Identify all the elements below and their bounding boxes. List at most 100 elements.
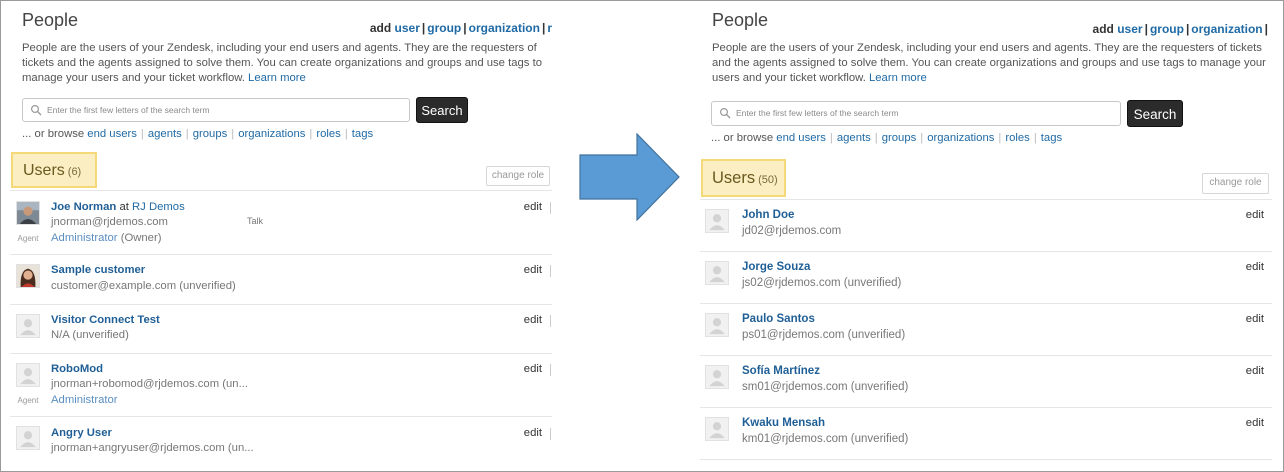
browse-roles-link[interactable]: roles [316, 128, 341, 140]
browse-organizations-link[interactable]: organizations [238, 128, 305, 140]
edit-link[interactable]: edit [1246, 261, 1264, 273]
user-email: km01@rjdemos.com (unverified) [742, 433, 909, 445]
browse-links: ... or browse end users | agents | groups | or… [22, 128, 374, 140]
browse-groups-link[interactable]: groups [882, 132, 917, 144]
browse-groups-link[interactable]: groups [193, 128, 228, 140]
agent-tag: Agent [17, 234, 39, 243]
user-name-link[interactable]: Angry User [51, 427, 112, 439]
user-row: Agent Joe Norman at RJ Demos jnorman@rjd… [10, 190, 552, 254]
browse-end-users-link[interactable]: end users [776, 132, 826, 144]
edit-link[interactable]: edit [524, 201, 552, 214]
user-email: js02@rjdemos.com (unverified) [742, 277, 902, 289]
user-row: Agent RoboMod jnorman+robomod@rjdemos.co… [10, 353, 552, 416]
users-heading-label: Users [23, 162, 65, 179]
user-email: jd02@rjdemos.com [742, 225, 842, 237]
browse-agents-link[interactable]: agents [837, 132, 871, 144]
user-row: Sofía Martínez sm01@rjdemos.com (unverif… [700, 355, 1272, 407]
user-name-link[interactable]: Kwaku Mensah [742, 417, 825, 429]
users-heading: Users (6) [23, 162, 81, 180]
user-row: Angry User jnorman+angryuser@rjdemos.com… [10, 416, 552, 470]
browse-tags-link[interactable]: tags [1041, 132, 1062, 144]
browse-links: ... or browse end users | agents | groups | or… [711, 132, 1063, 144]
browse-label: ... or browse [22, 128, 85, 140]
user-email: N/A (unverified) [51, 329, 129, 341]
default-avatar-icon [705, 365, 729, 389]
default-avatar-icon [16, 363, 40, 387]
description-text: People are the users of your Zendesk, in… [712, 42, 1266, 84]
user-name-link[interactable]: RoboMod [51, 363, 103, 375]
add-label: add [369, 21, 392, 35]
owner-note: (Owner) [120, 232, 162, 244]
browse-agents-link[interactable]: agents [148, 128, 182, 140]
user-row: Paulo Santos ps01@rjdemos.com (unverifie… [700, 303, 1272, 355]
change-role-button[interactable]: change role [1202, 173, 1269, 194]
add-more-link[interactable]: r [547, 21, 552, 35]
browse-organizations-link[interactable]: organizations [927, 132, 994, 144]
user-name-link[interactable]: Paulo Santos [742, 313, 815, 325]
user-name-line: Joe Norman at RJ Demos [51, 201, 185, 213]
default-avatar-icon [705, 313, 729, 337]
search-field[interactable] [22, 98, 410, 122]
user-email: ps01@rjdemos.com (unverified) [742, 329, 906, 341]
add-label: add [1092, 22, 1114, 36]
divider [700, 459, 1272, 460]
user-row: Kwaku Mensah km01@rjdemos.com (unverifie… [700, 407, 1272, 459]
add-user-link[interactable]: user [1117, 22, 1142, 36]
learn-more-link[interactable]: Learn more [248, 72, 306, 84]
change-role-button[interactable]: change role [486, 166, 550, 186]
add-organization-link[interactable]: organization [469, 21, 540, 35]
users-heading-highlight: Users (6) [11, 152, 97, 188]
photo-woman-icon [16, 264, 40, 288]
user-name-link[interactable]: John Doe [742, 209, 794, 221]
user-name-link[interactable]: Sample customer [51, 264, 145, 276]
user-role-link[interactable]: Administrator [51, 232, 118, 244]
edit-link[interactable]: edit [524, 314, 552, 327]
user-name-link[interactable]: Sofía Martínez [742, 365, 820, 377]
edit-link[interactable]: edit [1246, 313, 1264, 325]
default-avatar-icon [705, 261, 729, 285]
search-input[interactable] [47, 102, 397, 118]
browse-label: ... or browse [711, 132, 774, 144]
add-links: add user | group | organization | [1092, 22, 1268, 36]
edit-link[interactable]: edit [1246, 365, 1264, 377]
search-field[interactable] [711, 101, 1121, 126]
edit-link[interactable]: edit [1246, 417, 1264, 429]
add-group-link[interactable]: group [427, 21, 461, 35]
user-organization-link[interactable]: RJ Demos [132, 201, 185, 213]
edit-link[interactable]: edit [1246, 209, 1264, 221]
browse-end-users-link[interactable]: end users [87, 128, 137, 140]
users-heading-label: Users [712, 169, 756, 187]
page-title: People [712, 10, 769, 30]
search-button[interactable]: Search [416, 97, 468, 123]
edit-link[interactable]: edit [524, 264, 552, 277]
user-row: Jorge Souza js02@rjdemos.com (unverified… [700, 251, 1272, 303]
add-organization-link[interactable]: organization [1191, 22, 1262, 36]
user-name-link[interactable]: Jorge Souza [742, 261, 810, 273]
user-name-link[interactable]: Joe Norman [51, 201, 116, 213]
edit-link[interactable]: edit [524, 363, 552, 376]
search-icon [30, 104, 42, 116]
browse-roles-link[interactable]: roles [1005, 132, 1030, 144]
search-button[interactable]: Search [1127, 100, 1183, 127]
user-role-link[interactable]: Administrator [51, 394, 118, 406]
default-avatar-icon [705, 417, 729, 441]
add-group-link[interactable]: group [1150, 22, 1184, 36]
search-input[interactable] [736, 105, 1086, 121]
page-description: People are the users of your Zendesk, in… [22, 41, 552, 86]
talk-label: Talk [247, 216, 264, 226]
at-text: at [119, 201, 129, 213]
page-title: People [22, 10, 79, 30]
agent-tag: Agent [17, 396, 39, 405]
user-row: John Doe jd02@rjdemos.com edit [700, 199, 1272, 251]
user-email: sm01@rjdemos.com (unverified) [742, 381, 909, 393]
add-user-link[interactable]: user [395, 21, 420, 35]
edit-link[interactable]: edit [524, 427, 552, 440]
people-page-after: People add user | group | organization | Peop… [700, 0, 1272, 470]
right-arrow-icon [579, 133, 680, 221]
user-name-link[interactable]: Visitor Connect Test [51, 314, 160, 326]
users-heading: Users (50) [712, 169, 778, 188]
page-description: People are the users of your Zendesk, in… [712, 41, 1272, 86]
learn-more-link[interactable]: Learn more [869, 72, 927, 84]
users-count: (50) [758, 174, 778, 186]
browse-tags-link[interactable]: tags [352, 128, 373, 140]
